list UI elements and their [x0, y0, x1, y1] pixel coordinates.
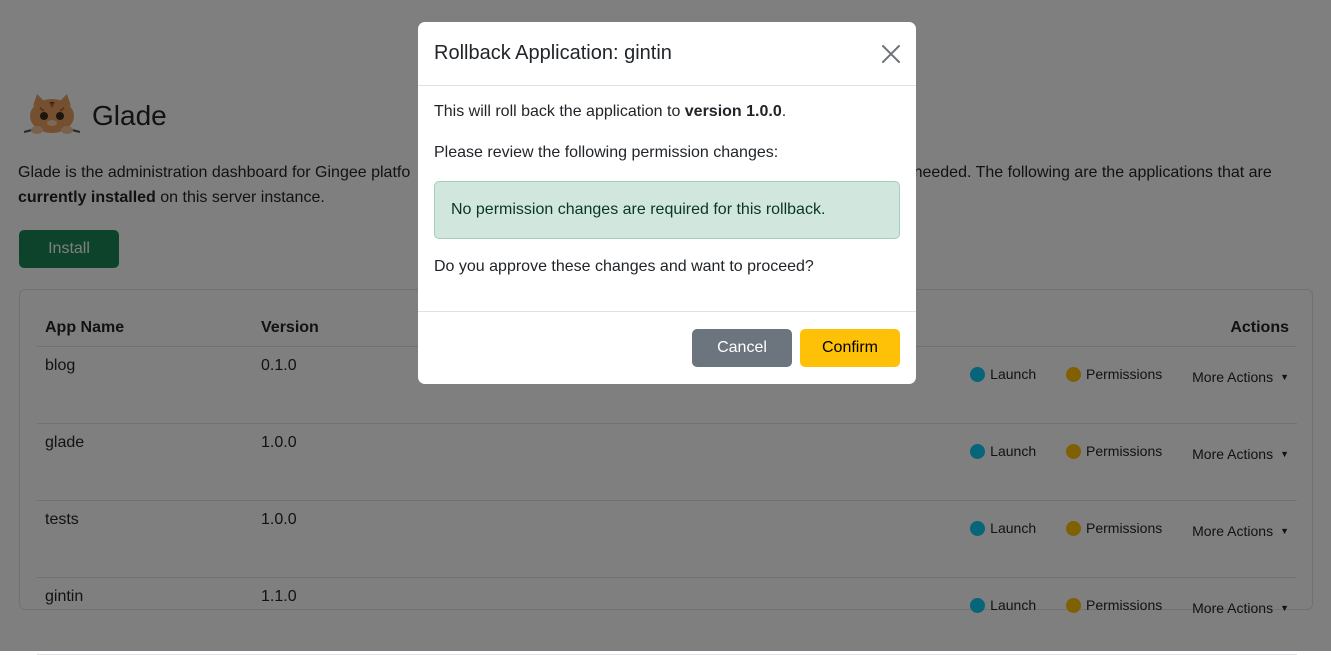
modal-header: Rollback Application: gintin — [418, 22, 916, 86]
review-text: Please review the following permission c… — [434, 144, 779, 161]
approve-text: Do you approve these changes and want to… — [434, 258, 814, 275]
rollback-modal: Rollback Application: gintin This will r… — [418, 22, 916, 384]
modal-title: Rollback Application: gintin — [434, 42, 672, 64]
permission-changes-alert: No permission changes are required for t… — [434, 181, 900, 239]
body-suffix: . — [781, 103, 787, 120]
cancel-button[interactable]: Cancel — [692, 329, 792, 367]
close-icon[interactable] — [880, 43, 902, 65]
body-prefix: This will roll back the application to — [434, 103, 685, 120]
target-version: version 1.0.0 — [684, 103, 782, 120]
modal-footer: Cancel Confirm — [418, 311, 916, 384]
confirm-button[interactable]: Confirm — [800, 329, 900, 367]
rollback-version-text: This will roll back the application to v… — [434, 103, 786, 121]
